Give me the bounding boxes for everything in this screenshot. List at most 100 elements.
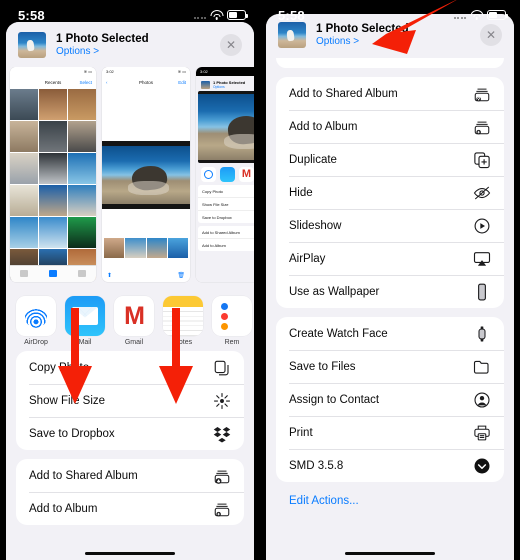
dropbox-icon [213,425,231,443]
tab-albums [48,270,57,278]
list-item[interactable]: 3:02≋ ▭ 1 Photo Selected Options M [196,67,254,282]
action-add-to-shared-album[interactable]: Add to Shared Album [16,459,244,492]
action-smd-version[interactable]: SMD 3.5.8 [276,449,504,482]
card-status-bar: 3:02≋ ▭ [102,67,190,76]
card-nav-right: Select [79,80,92,85]
action-label: Add to Shared Album [29,469,138,482]
airplay-icon [473,250,491,268]
list-item: Add to Album [202,242,226,248]
app-share-row[interactable]: AirDrop Mail Gmail Notes Rem [6,289,254,351]
action-label: AirPlay [289,252,326,265]
action-label: Use as Wallpaper [289,285,380,298]
tab-for-you [20,270,29,278]
action-list-left: Copy Photo Show File Size Save to Dropbo… [6,351,254,525]
card-tab-bar [10,265,96,282]
action-group-2: Create Watch Face Save to Files Assign t… [276,317,504,482]
action-label: SMD 3.5.8 [289,459,344,472]
watch-icon [473,325,491,343]
action-hide[interactable]: Hide [276,176,504,209]
action-print[interactable]: Print [276,416,504,449]
action-add-to-shared-album[interactable]: Add to Shared Album [276,77,504,110]
status-time: 5:58 [278,7,305,23]
card-status-bar: 3:02≋ ▭ [196,67,254,76]
action-add-to-album[interactable]: Add to Album [276,110,504,143]
home-indicator [345,551,435,555]
battery-icon [227,10,248,20]
action-add-to-album[interactable]: Add to Album [16,492,244,525]
wallpaper-icon [473,283,491,301]
action-create-watch-face[interactable]: Create Watch Face [276,317,504,350]
action-show-file-size[interactable]: Show File Size [16,384,244,417]
action-label: Save to Files [289,360,356,373]
wifi-icon [470,10,483,20]
list-item[interactable]: ≋ ▭ Recents Select [10,67,96,282]
photo-image [102,141,190,209]
action-group-partial[interactable] [276,58,504,68]
contact-icon [473,391,491,409]
airdrop-icon [16,296,56,336]
action-copy-photo[interactable]: Copy Photo [16,351,244,384]
action-duplicate[interactable]: Duplicate [276,143,504,176]
battery-icon [487,10,508,20]
options-label: Options [316,36,351,47]
action-label: Slideshow [289,219,342,232]
card-action-list-2: Add to Shared Album Add to Album [198,226,254,251]
share-target-reminders[interactable]: Rem [212,296,252,346]
edit-actions-link[interactable]: Edit Actions... [276,491,504,507]
partial-row-icon [477,58,491,63]
photo-grid [10,89,96,280]
list-item[interactable]: 3:02 ≋ ▭ ‹ Photos Edit ⬆ 🗑 [102,67,190,282]
options-link[interactable]: Options > [56,46,149,57]
card-nav-bar: ‹ Photos Edit [102,76,190,89]
download-circle-icon [473,457,491,475]
card-nav-title: Recents [44,80,62,85]
list-item: Add to Shared Album [198,226,254,239]
card-nav-title: Photos [138,80,153,85]
action-label: Print [289,426,313,439]
action-label: Create Watch Face [289,327,388,340]
card-nav-bar: Recents Select [10,76,96,89]
action-label: Add to Album [289,120,358,133]
close-icon[interactable]: ✕ [220,33,242,56]
action-save-to-files[interactable]: Save to Files [276,350,504,383]
reminders-icon [212,296,252,336]
action-airplay[interactable]: AirPlay [276,242,504,275]
arrow-diagonal-create-watch-face [372,0,462,58]
left-phone-screen: 5:58 1 Photo Selected Options > ✕ ≋ ▭ Re… [0,0,260,560]
photo-image [198,91,254,163]
back-chevron-icon: ‹ [106,80,108,85]
action-label: Duplicate [289,153,337,166]
card-status-bar: ≋ ▭ [10,67,96,76]
shared-album-icon [213,467,231,485]
options-label: Options [56,45,91,57]
copy-icon [213,359,231,377]
right-phone-screen: 5:58 1 Photo Selected Options > ✕ Add to… [260,0,520,560]
card-options: Options [213,85,225,89]
page-title: 1 Photo Selected [56,32,149,45]
action-group-2: Add to Shared Album Add to Album [16,459,244,525]
action-assign-to-contact[interactable]: Assign to Contact [276,383,504,416]
preview-carousel-left[interactable]: ≋ ▭ Recents Select 3:02 ≋ ▭ ‹ Photos Edi… [6,67,254,289]
action-use-as-wallpaper[interactable]: Use as Wallpaper [276,275,504,308]
action-label: Save to Dropbox [29,427,115,440]
status-time: 5:58 [18,7,45,23]
card-sheet-header: 1 Photo Selected Options [198,78,254,91]
arrow-down-copy-photo [58,308,92,404]
action-label: Assign to Contact [289,393,380,406]
share-sheet-left: 1 Photo Selected Options > ✕ ≋ ▭ Recents… [6,22,254,560]
printer-icon [473,424,491,442]
app-label: Rem [224,339,240,346]
mail-icon [220,167,235,182]
photo-thumbnail [201,80,210,89]
arrow-down-save-dropbox [159,308,193,404]
action-label: Hide [289,186,313,199]
filmstrip [104,238,188,258]
add-album-icon [473,118,491,136]
trash-icon: 🗑 [177,273,185,279]
eye-slash-icon [473,184,491,202]
action-save-to-dropbox[interactable]: Save to Dropbox [16,417,244,450]
share-target-gmail[interactable]: Gmail [114,296,154,346]
share-target-airdrop[interactable]: AirDrop [16,296,56,346]
play-circle-icon [473,217,491,235]
action-slideshow[interactable]: Slideshow [276,209,504,242]
